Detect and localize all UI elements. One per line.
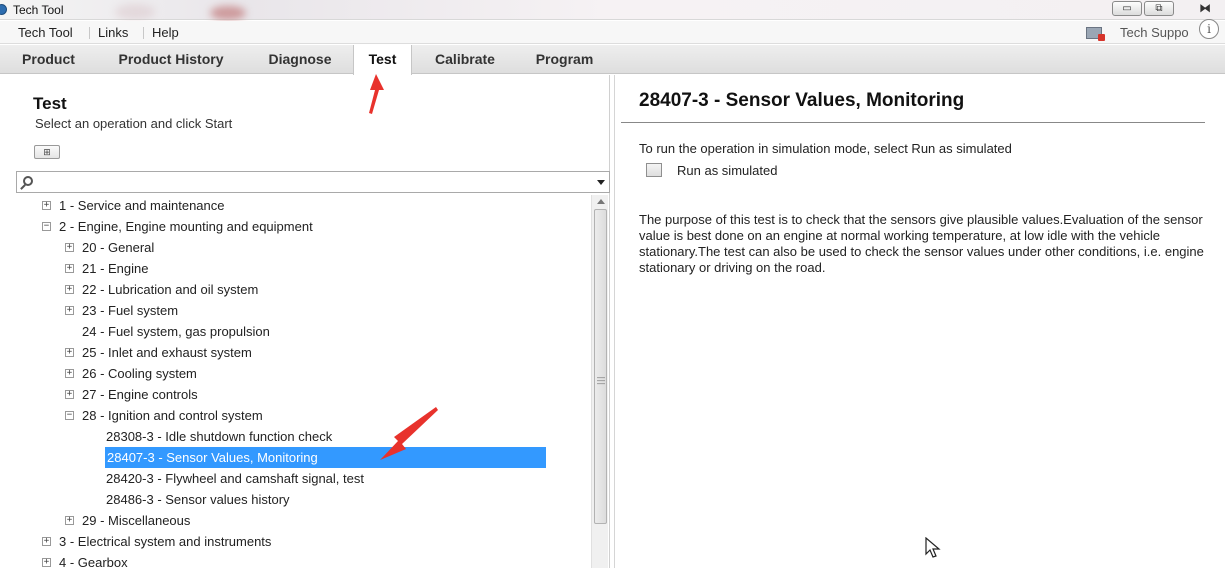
tree-item-label: 28420-3 - Flywheel and camshaft signal, … [106,471,364,486]
expand-icon[interactable]: + [65,264,74,273]
tech-support-label: Tech Suppo [1120,25,1189,40]
maximize-button[interactable]: ⧉ [1144,1,1174,16]
tree-item-label: 2 - Engine, Engine mounting and equipmen… [59,219,313,234]
collapse-icon[interactable]: − [42,222,51,231]
expand-icon[interactable]: + [65,516,74,525]
search-input[interactable] [41,174,581,190]
mouse-cursor-icon [925,537,941,558]
tree-item-label: 25 - Inlet and exhaust system [82,345,252,360]
chevron-down-icon[interactable] [597,180,605,185]
titlebar-decoration [115,4,155,20]
tree-item-label: 27 - Engine controls [82,387,198,402]
tree-item-label: 26 - Cooling system [82,366,197,381]
grip-icon: — — — [597,373,605,388]
expand-all-button[interactable]: ⊞ [34,145,60,159]
title-divider [621,122,1205,123]
titlebar-decoration [210,6,246,20]
scroll-up-icon[interactable] [597,199,605,204]
expand-icon[interactable]: + [65,390,74,399]
tree-item-label: 29 - Miscellaneous [82,513,191,528]
scrollbar-thumb[interactable]: — — — [594,209,607,524]
tree-scrollbar[interactable]: — — — [591,195,608,568]
tree-item-label: 24 - Fuel system, gas propulsion [82,324,270,339]
tree-item-label: 22 - Lubrication and oil system [82,282,259,297]
tree-item-label: 4 - Gearbox [59,555,128,568]
window-title: Tech Tool [13,3,64,17]
menu-tech-tool[interactable]: Tech Tool [18,25,73,40]
tree-item-label: 1 - Service and maintenance [59,198,225,213]
menu-separator [89,27,90,39]
tab-product[interactable]: Product [10,45,87,74]
panel-subtitle: Select an operation and click Start [35,116,233,131]
annotation-arrow-icon [369,74,384,114]
expand-icon[interactable]: + [65,348,74,357]
test-operations-panel: Test Select an operation and click Start… [16,75,610,568]
tree-item-label: 20 - General [82,240,155,255]
operation-title: 28407-3 - Sensor Values, Monitoring [639,90,965,111]
expand-icon[interactable]: + [42,201,51,210]
menu-bar: Tech Tool Links Help Tech Suppo [0,21,1225,44]
expand-icon[interactable]: + [65,243,74,252]
expand-icon[interactable]: + [42,558,51,567]
collapse-icon[interactable]: − [65,411,74,420]
close-button[interactable]: ⧓ [1185,1,1225,16]
tab-test[interactable]: Test [353,45,412,75]
main-tab-bar: Product Product History Diagnose Test Ca… [0,45,1225,75]
expand-icon[interactable]: + [42,537,51,546]
tab-diagnose[interactable]: Diagnose [255,45,345,74]
tab-product-history[interactable]: Product History [100,45,242,74]
window-titlebar: Tech Tool ▭ ⧉ ⧓ [0,0,1225,20]
tab-calibrate[interactable]: Calibrate [421,45,509,74]
info-icon[interactable]: i [1199,19,1219,39]
run-as-simulated-label[interactable]: Run as simulated [677,163,777,178]
menu-separator [143,27,144,39]
tree-item-label: 28407-3 - Sensor Values, Monitoring [105,447,546,468]
operations-tree: +1 - Service and maintenance −2 - Engine… [16,195,590,568]
search-box[interactable] [16,171,610,193]
tech-support-icon [1086,27,1105,41]
panel-title: Test [33,94,67,113]
search-icon [23,176,33,186]
panel-splitter[interactable] [614,75,615,568]
tree-item-label: 21 - Engine [82,261,149,276]
tree-item-label: 23 - Fuel system [82,303,179,318]
run-as-simulated-checkbox[interactable] [646,163,662,177]
expand-icon[interactable]: + [65,369,74,378]
tree-item-label: 28486-3 - Sensor values history [106,492,290,507]
tree-item-label: 3 - Electrical system and instruments [59,534,272,549]
tech-support-link[interactable]: Tech Suppo [1086,25,1189,41]
expand-icon[interactable]: + [65,285,74,294]
operation-description: The purpose of this test is to check tha… [639,212,1204,275]
menu-links[interactable]: Links [98,25,128,40]
tab-program[interactable]: Program [522,45,607,74]
tree-item-label: 28308-3 - Idle shutdown function check [106,429,333,444]
annotation-arrow-icon [380,407,438,460]
tree-item-label: 28 - Ignition and control system [82,408,263,423]
app-logo-icon [0,4,7,15]
simulation-hint: To run the operation in simulation mode,… [639,141,1012,156]
menu-help[interactable]: Help [152,25,179,40]
expand-icon[interactable]: + [65,306,74,315]
minimize-button[interactable]: ▭ [1112,1,1142,16]
